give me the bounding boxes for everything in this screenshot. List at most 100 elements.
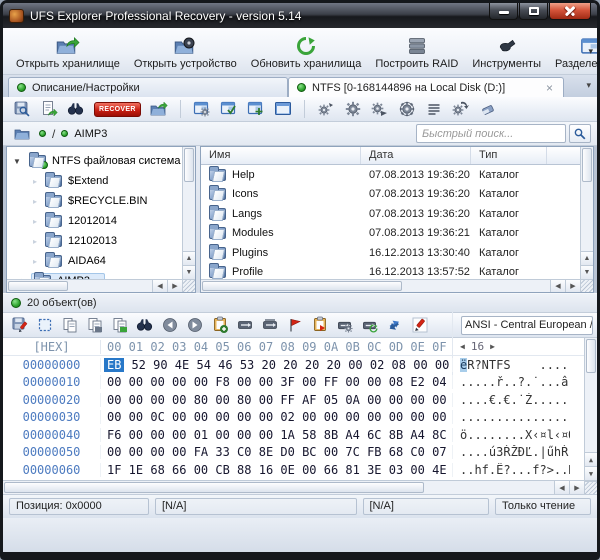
resize-grip[interactable] — [584, 481, 597, 494]
decrease-width-icon[interactable]: ◀ — [460, 342, 465, 351]
hex-row-4[interactable]: 00000040 F6 00 00 00 01 00 00 00 1A 58 8… — [3, 426, 597, 444]
scroll-thumb[interactable] — [586, 339, 596, 373]
list-vertical-scrollbar[interactable]: ▲ ▼ — [580, 147, 593, 279]
root-folder-icon[interactable] — [13, 126, 31, 142]
recover-button[interactable]: RECOVER — [94, 102, 141, 117]
find-icon[interactable] — [67, 100, 85, 118]
hex-row-2[interactable]: 00000020 00 00 00 00 80 00 80 00 FF AF 0… — [3, 391, 597, 409]
expander-icon[interactable] — [33, 197, 45, 206]
scroll-thumb[interactable] — [4, 482, 424, 493]
tree-horizontal-scrollbar[interactable]: ◀ ▶ — [7, 279, 182, 292]
search-button[interactable] — [569, 124, 591, 143]
expander-icon[interactable] — [33, 177, 45, 186]
breadcrumb-current[interactable]: AIMP3 — [74, 128, 107, 140]
file-row-plugins[interactable]: Plugins 16.12.2013 13:30:40 Каталог — [201, 243, 593, 263]
select-block-icon[interactable] — [36, 316, 54, 334]
list-horizontal-scrollbar[interactable]: ◀ ▶ — [201, 279, 580, 292]
tab-ntfs-partition[interactable]: NTFS [0-168144896 на Local Disk (D:)] × — [288, 77, 564, 97]
hex-row-6[interactable]: 00000060 1F 1E 68 66 00 CB 88 16 0E 00 6… — [3, 461, 597, 479]
gear-target-icon[interactable] — [398, 100, 416, 118]
titlebar[interactable]: UFS Explorer Professional Recovery - ver… — [3, 3, 597, 28]
column-header-type[interactable]: Тип — [471, 147, 547, 164]
gear-forward-icon[interactable] — [371, 100, 389, 118]
scroll-thumb[interactable] — [582, 148, 592, 182]
search-input[interactable] — [416, 124, 566, 143]
scroll-right-icon[interactable]: ▶ — [565, 280, 580, 292]
paste-special-icon[interactable] — [311, 316, 329, 334]
file-row-icons[interactable]: Icons 07.08.2013 19:36:20 Каталог — [201, 185, 593, 205]
window-panel-icon[interactable] — [274, 100, 292, 118]
save-info-icon[interactable] — [13, 100, 31, 118]
window-check-icon[interactable] — [220, 100, 238, 118]
gear-refresh-icon[interactable] — [452, 100, 470, 118]
goto-offset-icon[interactable] — [236, 316, 254, 334]
column-header-name[interactable]: Имя — [201, 147, 361, 164]
paste-add-icon[interactable] — [211, 316, 229, 334]
minimize-button[interactable] — [489, 3, 518, 20]
scroll-left-icon[interactable]: ◀ — [550, 280, 565, 292]
scroll-down-icon[interactable]: ▼ — [585, 466, 597, 480]
scroll-right-icon[interactable]: ▶ — [167, 280, 182, 292]
column-header-date[interactable]: Дата — [361, 147, 471, 164]
report-icon[interactable] — [40, 100, 58, 118]
file-row-langs[interactable]: Langs 07.08.2013 19:36:20 Каталог — [201, 204, 593, 224]
find-hex-icon[interactable] — [136, 316, 154, 334]
maximize-button[interactable] — [519, 3, 548, 20]
copy-icon[interactable] — [61, 316, 79, 334]
edit-mode-icon[interactable] — [411, 316, 429, 334]
scroll-thumb[interactable] — [8, 281, 68, 291]
gear-small-icon[interactable] — [317, 100, 335, 118]
tree-item-extend[interactable]: $Extend — [7, 171, 195, 191]
tab-description-settings[interactable]: Описание/Настройки — [8, 77, 288, 97]
scroll-down-icon[interactable]: ▼ — [183, 265, 195, 279]
build-raid-button[interactable]: Построить RAID — [368, 30, 465, 73]
open-storage-button[interactable]: Открыть хранилище — [9, 30, 127, 73]
hex-vertical-scrollbar[interactable]: ▲ ▼ — [584, 338, 597, 480]
gear-icon[interactable] — [344, 100, 362, 118]
sync-panels-icon[interactable] — [386, 316, 404, 334]
scroll-left-icon[interactable]: ◀ — [152, 280, 167, 292]
tab-close-icon[interactable]: × — [544, 83, 555, 93]
tree-item-12012014[interactable]: 12012014 — [7, 211, 195, 231]
go-back-icon[interactable] — [161, 316, 179, 334]
goto-sector-icon[interactable] — [261, 316, 279, 334]
scroll-up-icon[interactable]: ▲ — [585, 452, 597, 466]
hex-row-1[interactable]: 00000010 00 00 00 00 00 F8 00 00 3F 00 F… — [3, 374, 597, 392]
tabs-menu-icon[interactable]: ▾ — [586, 80, 591, 91]
save-hex-icon[interactable] — [11, 316, 29, 334]
go-forward-icon[interactable] — [186, 316, 204, 334]
export-folder-icon[interactable] — [150, 100, 168, 118]
properties-list-icon[interactable] — [425, 100, 443, 118]
refresh-storages-button[interactable]: Обновить хранилища — [244, 30, 369, 73]
scroll-thumb[interactable] — [184, 148, 194, 182]
window-properties-icon[interactable] — [193, 100, 211, 118]
hex-horizontal-scrollbar[interactable]: ◀ ▶ — [3, 480, 597, 494]
hex-row-3[interactable]: 00000030 00 00 0C 00 00 00 00 00 02 00 0… — [3, 409, 597, 427]
expander-icon[interactable] — [33, 217, 45, 226]
selected-byte[interactable]: EB — [104, 358, 124, 372]
tree-item-aida64[interactable]: AIDA64 — [7, 251, 195, 271]
increase-width-icon[interactable]: ▶ — [490, 342, 495, 351]
window-add-icon[interactable] — [247, 100, 265, 118]
close-button[interactable] — [549, 3, 591, 20]
collapse-icon[interactable] — [13, 157, 25, 166]
copy-hex-icon[interactable] — [86, 316, 104, 334]
expander-icon[interactable] — [33, 257, 45, 266]
scroll-up-icon[interactable]: ▲ — [183, 251, 195, 265]
breadcrumb-item-dot[interactable] — [61, 130, 68, 137]
file-row-help[interactable]: Help 07.08.2013 19:36:20 Каталог — [201, 165, 593, 185]
scroll-right-icon[interactable]: ▶ — [569, 481, 584, 494]
hex-row-0[interactable]: 00000000 EB52 90 4E 54 46 53 20 20 20 20… — [3, 356, 597, 374]
resize-grip[interactable] — [182, 279, 195, 292]
copy-text-icon[interactable] — [111, 316, 129, 334]
hex-row-5[interactable]: 00000050 00 00 00 00 FA 33 C0 8E D0 BC 0… — [3, 444, 597, 462]
resize-grip[interactable] — [580, 279, 593, 292]
tree-vertical-scrollbar[interactable]: ▲ ▼ — [182, 147, 195, 279]
open-device-button[interactable]: Открыть устройство — [127, 30, 244, 73]
file-row-modules[interactable]: Modules 07.08.2013 19:36:21 Каталог — [201, 224, 593, 244]
breadcrumb-root-dot[interactable] — [39, 130, 46, 137]
scroll-down-icon[interactable]: ▼ — [581, 265, 593, 279]
eraser-icon[interactable] — [479, 100, 497, 118]
scroll-left-icon[interactable]: ◀ — [554, 481, 569, 494]
tree-root-ntfs[interactable]: NTFS файловая система — [7, 151, 195, 171]
